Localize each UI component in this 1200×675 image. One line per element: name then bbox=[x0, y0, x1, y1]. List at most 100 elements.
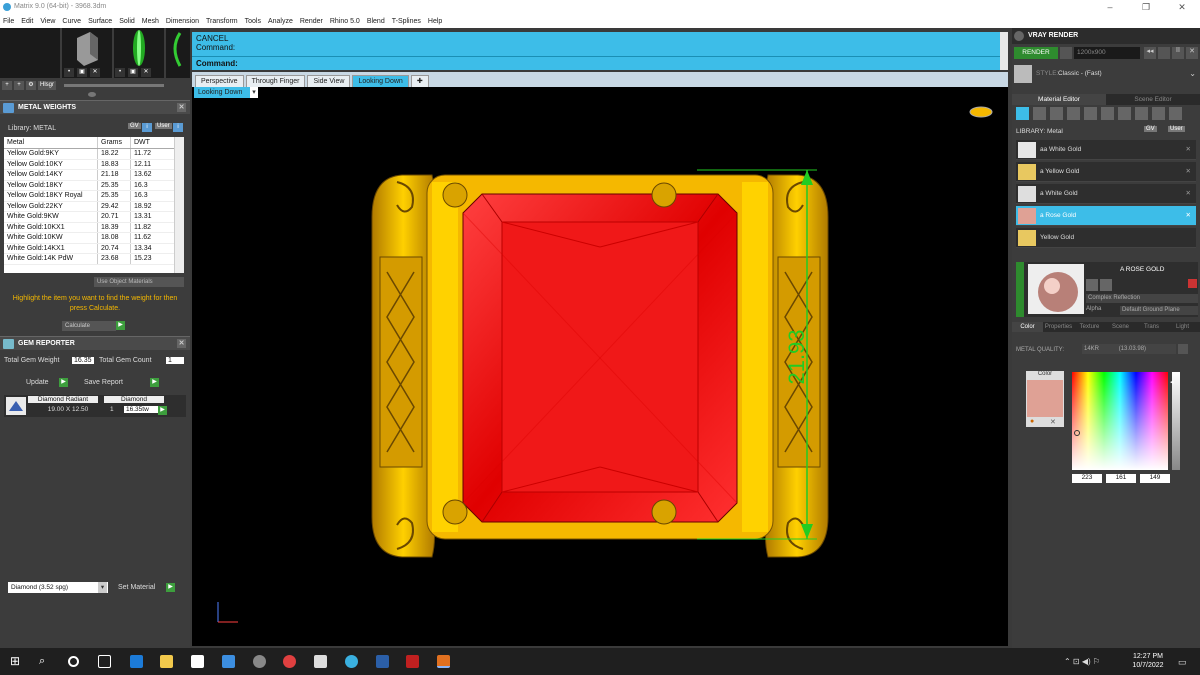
col-dwt[interactable]: DWT bbox=[130, 137, 172, 148]
table-row[interactable]: Yellow Gold:9KY 18.22 11.72 bbox=[4, 149, 184, 160]
tab-add[interactable]: ✚ bbox=[410, 75, 429, 87]
expand-handle[interactable] bbox=[1016, 262, 1024, 317]
search-icon[interactable]: ⌕ bbox=[39, 655, 52, 668]
material-tool-icon[interactable] bbox=[1169, 107, 1182, 120]
render-settings-icon[interactable] bbox=[1060, 47, 1072, 59]
rhino-icon[interactable] bbox=[253, 655, 266, 668]
table-row[interactable]: White Gold:14KX1 20.74 13.34 bbox=[4, 243, 184, 254]
tab-through-finger[interactable]: Through Finger bbox=[245, 75, 306, 87]
edge-icon[interactable] bbox=[130, 655, 143, 668]
material-item[interactable]: Yellow Gold bbox=[1016, 228, 1196, 248]
subtab-color[interactable]: Color bbox=[1012, 322, 1043, 332]
use-object-materials-checkbox[interactable]: Use Object Materials bbox=[94, 277, 184, 287]
thumb-close-2[interactable]: ✕ bbox=[141, 68, 151, 77]
set-material-button[interactable]: Set Material bbox=[118, 584, 155, 591]
reset-icon[interactable] bbox=[1188, 279, 1197, 288]
tab-scene-editor[interactable]: Scene Editor bbox=[1106, 94, 1200, 105]
metal-quality-icon[interactable] bbox=[1178, 344, 1188, 354]
mail-icon[interactable] bbox=[222, 655, 235, 668]
splitter-handle[interactable] bbox=[88, 92, 96, 97]
command-scrollbar[interactable] bbox=[1000, 32, 1008, 70]
table-row[interactable]: White Gold:10KX1 18.39 11.82 bbox=[4, 222, 184, 233]
update-button[interactable]: Update bbox=[26, 379, 49, 386]
user-toggle[interactable]: i bbox=[173, 123, 183, 132]
maximize-button[interactable]: ❐ bbox=[1128, 0, 1164, 14]
render-option-icon[interactable] bbox=[1158, 47, 1170, 59]
table-row[interactable]: White Gold:10KW 18.08 11.62 bbox=[4, 233, 184, 244]
tab-material-editor[interactable]: Material Editor bbox=[1012, 94, 1106, 105]
menu-blend[interactable]: Blend bbox=[367, 18, 385, 25]
clear-icon[interactable]: ✕ bbox=[1050, 418, 1056, 426]
user-button[interactable]: User bbox=[1168, 126, 1185, 132]
preview-tool-icon[interactable] bbox=[1086, 279, 1098, 291]
reflection-select[interactable]: Complex Reflection bbox=[1086, 294, 1198, 303]
material-item[interactable]: a White Gold ✕ bbox=[1016, 184, 1196, 204]
pause-icon[interactable]: II bbox=[1172, 47, 1184, 59]
file-explorer-icon[interactable] bbox=[160, 655, 173, 668]
menu-mesh[interactable]: Mesh bbox=[142, 18, 159, 25]
tab-perspective[interactable]: Perspective bbox=[195, 75, 244, 87]
thumb-dot-2[interactable]: • bbox=[115, 68, 125, 77]
menu-tools[interactable]: Tools bbox=[245, 18, 261, 25]
metal-quality-select[interactable]: 14KR (13.03.98) bbox=[1082, 344, 1176, 354]
thumb-label-button[interactable]: Hlsgr bbox=[38, 80, 56, 90]
save-report-button[interactable]: Save Report bbox=[84, 379, 123, 386]
material-tool-icon[interactable] bbox=[1050, 107, 1063, 120]
preview-tool-icon[interactable] bbox=[1100, 279, 1112, 291]
material-tool-icon[interactable] bbox=[1101, 107, 1114, 120]
store-icon[interactable] bbox=[191, 655, 204, 668]
subtab-trans[interactable]: Trans bbox=[1136, 322, 1167, 332]
tab-looking-down[interactable]: Looking Down bbox=[352, 75, 409, 87]
menu-curve[interactable]: Curve bbox=[62, 18, 81, 25]
chevron-down-icon[interactable]: ⌄ bbox=[1189, 69, 1196, 78]
rewind-icon[interactable]: ◂◂ bbox=[1144, 47, 1156, 59]
table-row[interactable]: White Gold:14K PdW 23.68 15.23 bbox=[4, 254, 184, 265]
table-row[interactable]: White Gold:9KW 20.71 13.31 bbox=[4, 212, 184, 223]
table-row[interactable]: Yellow Gold:18KY Royal 25.35 16.3 bbox=[4, 191, 184, 202]
material-item[interactable]: a Yellow Gold ✕ bbox=[1016, 162, 1196, 182]
col-metal[interactable]: Metal bbox=[4, 137, 97, 148]
color-picker-cursor[interactable] bbox=[1074, 430, 1080, 436]
close-icon[interactable]: ✕ bbox=[177, 339, 186, 348]
material-select[interactable]: Diamond (3.52 spg) ▾ bbox=[8, 582, 108, 593]
menu-tsplines[interactable]: T-Splines bbox=[392, 18, 421, 25]
app-icon[interactable] bbox=[314, 655, 327, 668]
minimize-button[interactable]: – bbox=[1092, 0, 1128, 14]
menu-transform[interactable]: Transform bbox=[206, 18, 238, 25]
app-icon[interactable] bbox=[345, 655, 358, 668]
update-go-icon[interactable]: ▶ bbox=[59, 378, 68, 387]
menu-file[interactable]: File bbox=[3, 18, 14, 25]
chrome-icon[interactable] bbox=[283, 655, 296, 668]
resolution-field[interactable]: 1200x900 bbox=[1074, 47, 1140, 59]
calculate-go-icon[interactable]: ▶ bbox=[116, 321, 125, 330]
subtab-texture[interactable]: Texture bbox=[1074, 322, 1105, 332]
brightness-slider[interactable]: ◂ bbox=[1170, 372, 1180, 470]
material-tool-icon[interactable] bbox=[1118, 107, 1131, 120]
thumb-dot[interactable]: • bbox=[64, 68, 74, 77]
thumb-view-2[interactable]: ▣ bbox=[128, 68, 138, 77]
close-icon[interactable]: ✕ bbox=[1186, 206, 1191, 226]
add-icon[interactable]: + bbox=[2, 80, 12, 90]
menu-edit[interactable]: Edit bbox=[21, 18, 33, 25]
viewport[interactable]: 21.93 bbox=[192, 87, 1008, 646]
green-value[interactable]: 161 bbox=[1106, 474, 1136, 483]
command-prompt[interactable]: Command: bbox=[192, 56, 1000, 70]
set-material-go-icon[interactable]: ▶ bbox=[166, 583, 175, 592]
table-row[interactable]: Yellow Gold:22KY 29.42 18.92 bbox=[4, 201, 184, 212]
app-icon[interactable] bbox=[406, 655, 419, 668]
style-thumbnail[interactable] bbox=[1014, 65, 1032, 83]
style-value[interactable]: Classic - (Fast) bbox=[1058, 70, 1102, 77]
render-button[interactable]: RENDER bbox=[1014, 47, 1058, 59]
thumb-slider[interactable] bbox=[64, 83, 164, 87]
task-view-icon[interactable] bbox=[68, 656, 79, 667]
table-row[interactable]: Yellow Gold:14KY 21.18 13.62 bbox=[4, 170, 184, 181]
chevron-down-icon[interactable]: ▾ bbox=[98, 582, 107, 593]
clock[interactable]: 12:27 PM 10/7/2022 bbox=[1125, 652, 1171, 670]
col-grams[interactable]: Grams bbox=[97, 137, 130, 148]
ground-plane-select[interactable]: Default Ground Plane bbox=[1120, 306, 1198, 315]
save-go-icon[interactable]: ▶ bbox=[150, 378, 159, 387]
table-row[interactable]: Yellow Gold:10KY 18.83 12.11 bbox=[4, 159, 184, 170]
eyedropper-icon[interactable]: ● bbox=[1030, 418, 1034, 425]
menu-analyze[interactable]: Analyze bbox=[268, 18, 293, 25]
close-icon[interactable]: ✕ bbox=[1186, 140, 1191, 160]
